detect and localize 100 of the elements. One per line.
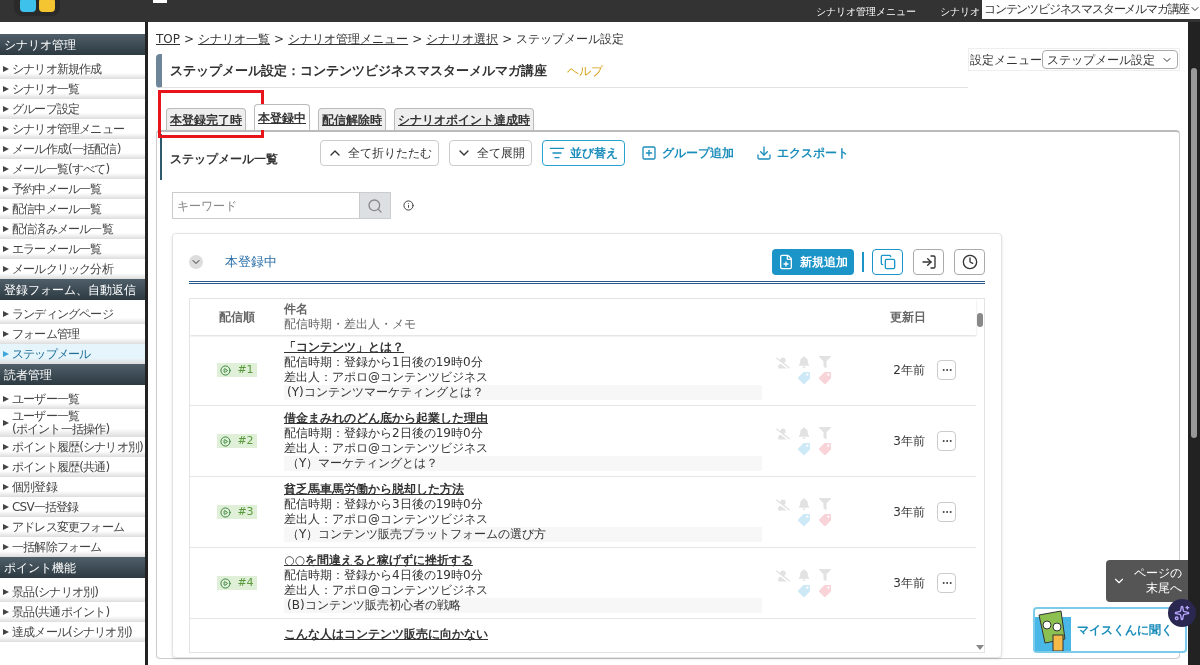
mail-memo: （Y）マーケティングとは？ [284,456,762,471]
tag-icon [797,585,810,597]
column-header: 更新日 [890,309,926,325]
mail-title-link[interactable]: 借金まみれのどん底から起業した理由 [284,411,762,426]
play-icon [220,364,232,376]
bullet-icon [3,396,9,402]
bullet-icon [3,86,9,92]
clock-icon [961,253,978,270]
tab[interactable]: 本登録中 [254,104,310,130]
toolbar-button[interactable]: エクスポート [750,140,855,166]
sidebar-item[interactable]: シナリオ新規作成 [0,59,145,79]
order-badge: #3 [217,505,257,519]
mail-title-link[interactable]: 「コンテンツ」とは？ [284,340,762,355]
column-subheader: 配信時期・差出人・メモ [284,317,416,332]
mail-title-link[interactable]: ○○を間違えると稼げずに挫折する [284,553,762,568]
toolbar-button[interactable]: 並び替え [542,140,625,166]
mail-memo: (B)コンテンツ販売初心者の戦略 [284,598,762,613]
breadcrumb-separator: > [274,31,285,48]
copy-button[interactable] [872,248,903,275]
bullet-icon [3,246,9,252]
user-slash-icon [776,569,790,583]
sidebar-section-header: 読者管理 [0,364,145,385]
file-enter-icon [920,253,937,270]
bullet-icon [3,266,9,272]
more-button[interactable] [937,573,956,593]
breadcrumb-link[interactable]: シナリオ一覧 [198,30,271,48]
scenario-label: シナリオ [940,4,980,19]
bell-icon [797,569,810,581]
tag-icon [819,443,832,455]
toolbar-button[interactable]: 全て展開 [449,140,532,166]
more-button[interactable] [937,360,956,380]
search-button[interactable] [360,192,391,219]
mail-timing: 配信時期：登録から2日後の19時0分 [284,426,484,441]
bullet-icon [3,629,9,635]
sidebar-item[interactable]: アドレス変更フォーム [0,517,145,537]
sidebar-item[interactable]: ユーザー一覧 (ポイント一括操作) [0,409,145,437]
breadcrumb-separator: > [184,31,195,48]
bullet-icon [3,589,9,595]
tab[interactable]: 本登録完了時 [166,108,246,130]
user-slash-icon [776,356,790,370]
bullet-icon [3,524,9,530]
group-name: 本登録中 [225,252,277,271]
settings-menu-select[interactable]: ステップメール設定 [1042,50,1178,69]
tag-icon [819,372,832,384]
sidebar-item[interactable]: グループ設定 [0,99,145,119]
mail-timing: 配信時期：登録から3日後の19時0分 [284,497,484,512]
filter-icon [819,498,832,510]
schedule-button[interactable] [954,248,985,275]
page-scrollbar[interactable] [1188,22,1200,665]
bullet-icon [3,609,9,615]
more-button[interactable] [937,431,956,451]
updated-date: 2年前 [893,362,925,379]
sidebar-item[interactable]: 配信済みメール一覧 [0,219,145,239]
scenario-select[interactable]: コンテンツビジネスマスターメルマガ講座 [982,0,1200,19]
bullet-icon [3,544,9,550]
user-slash-icon [776,498,790,512]
assistant-button[interactable]: マイスくんに聞く [1033,607,1187,653]
sidebar-item[interactable]: ステップメール [0,344,145,364]
toolbar-button[interactable]: 全て折りたたむ [320,140,439,166]
import-button[interactable] [913,248,944,275]
bullet-icon [3,420,9,426]
mail-memo: （Y）コンテンツ販売プラットフォームの選び方 [284,527,762,542]
play-icon [220,506,232,518]
play-icon [220,577,232,589]
collapse-toggle[interactable] [189,254,203,269]
tag-icon [797,372,810,384]
copy-icon [879,253,896,270]
mail-title-link[interactable]: 貧乏馬車馬労働から脱却した方法 [284,482,762,497]
toolbar-button[interactable]: グループ追加 [635,140,740,166]
search-field[interactable]: キーワード [172,192,360,219]
updated-date: 3年前 [893,575,925,592]
breadcrumb-link[interactable]: シナリオ管理メニュー [288,30,409,48]
filter-icon [819,569,832,581]
page-end-label: 末尾へ [1146,581,1182,596]
info-icon[interactable] [403,200,414,211]
column-header: 配信順 [218,309,256,325]
search-icon [367,197,383,214]
bullet-icon [3,504,9,510]
tab[interactable]: シナリオポイント達成時 [394,108,534,130]
tab[interactable]: 配信解除時 [318,108,386,130]
order-badge: #1 [217,363,257,377]
add-square-icon [641,145,657,161]
bell-icon [797,356,810,368]
page-end-button[interactable]: ページの 末尾へ [1106,560,1188,602]
mail-sender: 差出人：アポロ@コンテンツビジネス [284,583,489,598]
add-file-icon [778,253,794,270]
bullet-icon [3,331,9,337]
mail-title-link[interactable]: こんな人はコンテンツ販売に向かない [284,627,488,641]
more-button[interactable] [937,502,956,522]
breadcrumb-link[interactable]: シナリオ選択 [426,30,499,48]
bullet-icon [3,166,9,172]
breadcrumb-separator: > [412,31,423,48]
filter-icon [819,356,832,368]
play-icon [220,435,232,447]
download-icon [756,145,772,161]
menu-link[interactable]: シナリオ管理メニュー [816,3,916,19]
mail-sender: 差出人：アポロ@コンテンツビジネス [284,370,489,385]
breadcrumb-link[interactable]: TOP [156,30,180,48]
filter-icon [819,427,832,439]
user-slash-icon [776,427,790,441]
